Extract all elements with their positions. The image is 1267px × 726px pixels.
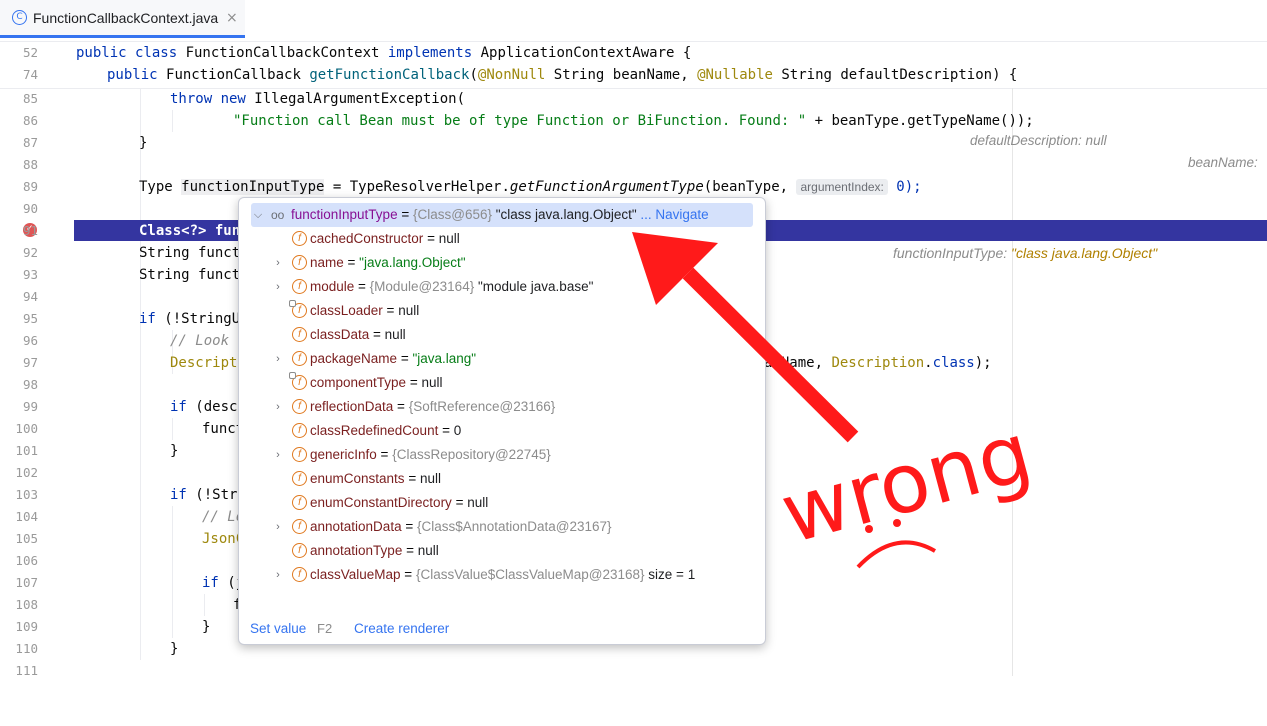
sad-face-mouth <box>856 540 936 569</box>
annotation-overlay: wrong <box>632 232 1041 569</box>
wrong-label: wrong <box>772 405 1041 562</box>
sad-face-eye <box>865 525 873 533</box>
sad-face-eye <box>893 519 901 527</box>
red-arrow-shaft <box>682 267 859 443</box>
